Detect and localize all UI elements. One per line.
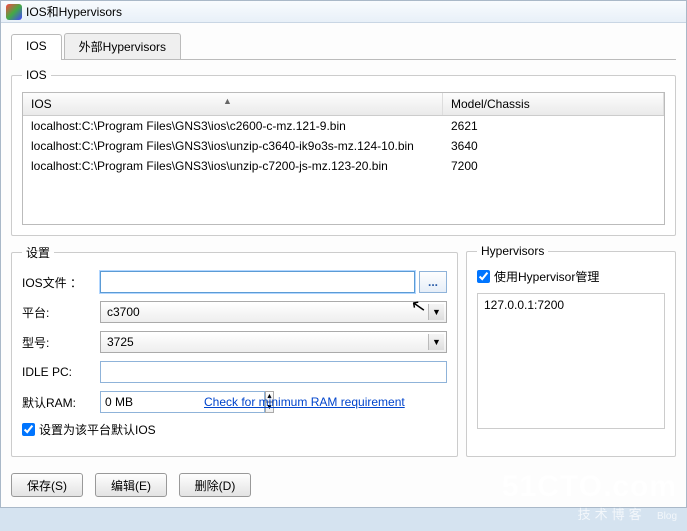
cell-model: 3640: [443, 138, 664, 154]
cell-model: 2621: [443, 118, 664, 134]
row-model: 型号: 3725 ▼: [22, 331, 447, 353]
ios-table-header: IOS ▲ Model/Chassis: [23, 93, 664, 116]
action-buttons: 保存(S) 编辑(E) 删除(D): [11, 473, 676, 497]
table-row[interactable]: localhost:C:\Program Files\GNS3\ios\unzi…: [23, 136, 664, 156]
ios-list-group: IOS IOS ▲ Model/Chassis localhost:C:\Pro…: [11, 68, 676, 236]
settings-group: 设置 IOS文件 ： ... 平台: c3700 ▼ 型号: 3: [11, 244, 458, 457]
platform-label: 平台:: [22, 304, 100, 321]
hypervisors-group: Hypervisors 使用Hypervisor管理 127.0.0.1:720…: [466, 244, 676, 457]
ios-file-input[interactable]: [100, 271, 415, 293]
ram-spinner[interactable]: ▲ ▼: [100, 391, 192, 413]
hypervisors-legend: Hypervisors: [477, 244, 548, 258]
content-area: IOS 外部Hypervisors IOS IOS ▲ Model/Chassi…: [1, 23, 686, 507]
watermark-blog: Blog: [657, 511, 677, 522]
platform-select[interactable]: c3700 ▼: [100, 301, 447, 323]
list-item[interactable]: 127.0.0.1:7200: [484, 298, 658, 312]
tab-external-hypervisors[interactable]: 外部Hypervisors: [64, 33, 181, 59]
default-ios-label: 设置为该平台默认IOS: [39, 421, 156, 438]
lower-panels: 设置 IOS文件 ： ... 平台: c3700 ▼ 型号: 3: [11, 244, 676, 465]
save-button[interactable]: 保存(S): [11, 473, 83, 497]
cell-model: 7200: [443, 158, 664, 174]
row-ios-file: IOS文件 ： ...: [22, 271, 447, 293]
edit-button[interactable]: 编辑(E): [95, 473, 167, 497]
model-label: 型号:: [22, 334, 100, 351]
watermark-sub: 技术博客: [578, 507, 646, 522]
chevron-down-icon: ▼: [428, 304, 444, 320]
row-use-hv-manager: 使用Hypervisor管理: [477, 268, 665, 285]
titlebar[interactable]: IOS和Hypervisors: [1, 1, 686, 23]
ram-label: 默认RAM:: [22, 394, 100, 411]
window-title: IOS和Hypervisors: [26, 3, 122, 20]
row-platform: 平台: c3700 ▼: [22, 301, 447, 323]
ios-table-body[interactable]: localhost:C:\Program Files\GNS3\ios\c260…: [23, 116, 664, 224]
column-header-ios[interactable]: IOS ▲: [23, 93, 443, 115]
tabstrip: IOS 外部Hypervisors: [11, 33, 676, 60]
dialog-window: IOS和Hypervisors IOS 外部Hypervisors IOS IO…: [0, 0, 687, 508]
sort-indicator-icon: ▲: [223, 96, 232, 106]
idlepc-label: IDLE PC:: [22, 365, 100, 379]
use-hv-manager-label: 使用Hypervisor管理: [494, 268, 599, 285]
table-row[interactable]: localhost:C:\Program Files\GNS3\ios\c260…: [23, 116, 664, 136]
settings-legend: 设置: [22, 244, 54, 261]
ram-check-link[interactable]: Check for minimum RAM requirement: [204, 395, 405, 409]
model-value: 3725: [107, 335, 134, 349]
row-ram: 默认RAM: ▲ ▼ Check for minimum RAM require…: [22, 391, 447, 413]
default-ios-checkbox[interactable]: [22, 423, 35, 436]
cell-path: localhost:C:\Program Files\GNS3\ios\unzi…: [23, 138, 443, 154]
cell-path: localhost:C:\Program Files\GNS3\ios\unzi…: [23, 158, 443, 174]
chevron-down-icon: ▼: [428, 334, 444, 350]
model-select[interactable]: 3725 ▼: [100, 331, 447, 353]
idlepc-input[interactable]: [100, 361, 447, 383]
row-default-ios: 设置为该平台默认IOS: [22, 421, 447, 438]
platform-value: c3700: [107, 305, 140, 319]
ios-file-label: IOS文件 ：: [22, 274, 100, 291]
browse-button[interactable]: ...: [419, 271, 447, 293]
ios-table: IOS ▲ Model/Chassis localhost:C:\Program…: [22, 92, 665, 225]
use-hv-manager-checkbox[interactable]: [477, 270, 490, 283]
app-icon: [6, 4, 22, 20]
ios-list-legend: IOS: [22, 68, 51, 82]
hypervisor-list[interactable]: 127.0.0.1:7200: [477, 293, 665, 429]
tab-ios[interactable]: IOS: [11, 34, 62, 60]
delete-button[interactable]: 删除(D): [179, 473, 251, 497]
column-header-model[interactable]: Model/Chassis: [443, 93, 664, 115]
row-idlepc: IDLE PC:: [22, 361, 447, 383]
cell-path: localhost:C:\Program Files\GNS3\ios\c260…: [23, 118, 443, 134]
table-row[interactable]: localhost:C:\Program Files\GNS3\ios\unzi…: [23, 156, 664, 176]
